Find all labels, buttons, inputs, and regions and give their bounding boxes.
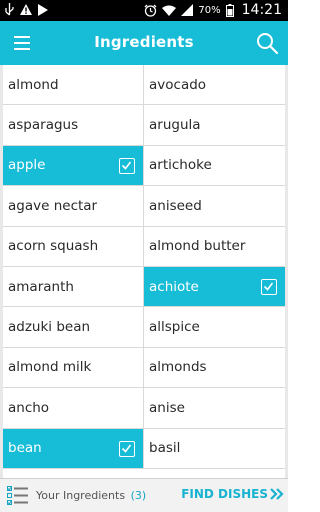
bottom-bar: Your Ingredients (3) FIND DISHES — [0, 478, 288, 512]
ingredient-row: ancho anise — [3, 388, 285, 429]
ingredient-cell[interactable]: basil — [144, 429, 285, 468]
ingredient-row: agave nectar aniseed — [3, 186, 285, 227]
ingredient-cell[interactable]: amaranth — [3, 266, 144, 307]
ingredient-label: bean — [8, 440, 42, 457]
warning-icon — [20, 4, 32, 15]
find-dishes-label: FIND DISHES — [181, 487, 268, 501]
ingredient-row: acorn squash almond butter — [3, 226, 285, 267]
ingredient-cell[interactable]: avocado — [144, 65, 285, 104]
ingredient-label: arugula — [149, 117, 201, 134]
ingredient-label: achiote — [149, 278, 199, 295]
double-chevron-right-icon — [270, 488, 284, 500]
alarm-clock-icon — [144, 4, 157, 17]
battery-icon — [225, 3, 234, 17]
wifi-icon — [162, 5, 177, 16]
ingredient-label: aniseed — [149, 197, 202, 214]
ingredient-grid: almond avocado asparagus arugula apple artich… — [3, 65, 285, 469]
ingredient-cell[interactable]: asparagus — [3, 105, 144, 145]
ingredient-cell[interactable]: acorn squash — [3, 226, 144, 266]
ingredient-label: amaranth — [8, 278, 74, 295]
ingredient-label: anise — [149, 399, 185, 416]
ingredient-row: asparagus arugula — [3, 105, 285, 146]
ingredient-label: allspice — [149, 319, 200, 336]
ingredient-cell[interactable]: aniseed — [144, 186, 285, 225]
ingredient-label: ancho — [8, 399, 50, 416]
ingredient-label: acorn squash — [8, 238, 99, 255]
ingredient-label: artichoke — [149, 157, 212, 174]
ingredient-row: almond avocado — [3, 65, 285, 106]
ingredient-row: bean basil — [3, 428, 285, 469]
ingredient-cell[interactable]: almond milk — [3, 347, 144, 388]
ingredient-label: adzuki bean — [8, 319, 91, 336]
ingredient-cell[interactable]: agave nectar — [3, 186, 144, 226]
ingredient-row: almond milk almonds — [3, 347, 285, 389]
ingredient-cell[interactable]: bean — [3, 428, 144, 468]
ingredient-cell[interactable]: allspice — [144, 307, 285, 346]
ingredient-cell[interactable]: artichoke — [144, 146, 285, 185]
ingredient-label: basil — [149, 440, 181, 457]
ingredient-cell[interactable]: anise — [144, 388, 285, 427]
ingredient-row: adzuki bean allspice — [3, 307, 285, 348]
ingredient-cell[interactable]: adzuki bean — [3, 307, 144, 347]
notification-icons — [5, 3, 48, 16]
selected-count: (3) — [130, 489, 147, 502]
signal-icon — [181, 4, 194, 16]
app-bar: Ingredients — [0, 21, 288, 65]
checkbox-checked-icon[interactable] — [119, 157, 135, 174]
your-ingredients-label: Your Ingredients — [36, 489, 126, 502]
system-icons: 70% 14:21 — [144, 2, 282, 18]
ingredient-label: almonds — [149, 359, 207, 376]
ingredient-cell[interactable]: almond — [3, 65, 144, 105]
your-ingredients-button[interactable]: Your Ingredients (3) — [36, 489, 146, 502]
checklist-icon[interactable] — [7, 486, 29, 506]
ingredient-label: almond milk — [8, 359, 92, 376]
ingredient-label: apple — [8, 157, 46, 174]
ingredient-row: apple artichoke — [3, 145, 285, 187]
ingredient-cell[interactable]: almonds — [144, 348, 285, 387]
ingredient-label: avocado — [149, 76, 207, 93]
battery-percentage: 70% — [198, 4, 221, 16]
usb-icon — [5, 3, 14, 16]
checkbox-checked-icon[interactable] — [261, 278, 277, 295]
page-title: Ingredients — [94, 33, 194, 51]
ingredient-cell[interactable]: almond butter — [144, 227, 285, 266]
grid-right-edge — [285, 65, 288, 478]
ingredient-label: almond butter — [149, 238, 246, 255]
ingredient-cell[interactable]: achiote — [144, 266, 285, 307]
ingredient-cell[interactable]: arugula — [144, 105, 285, 144]
ingredient-cell[interactable]: ancho — [3, 388, 144, 428]
clock: 14:21 — [241, 2, 282, 18]
search-icon[interactable] — [254, 30, 280, 56]
ingredient-label: agave nectar — [8, 197, 98, 214]
ingredient-cell[interactable]: apple — [3, 145, 144, 186]
status-bar: 70% 14:21 — [0, 0, 288, 21]
ingredient-label: almond — [8, 76, 59, 93]
find-dishes-button[interactable]: FIND DISHES — [181, 487, 284, 501]
ingredient-row: amaranth achiote — [3, 266, 285, 308]
ingredient-label: asparagus — [8, 117, 79, 134]
play-store-icon — [38, 3, 48, 16]
checkbox-checked-icon[interactable] — [119, 440, 135, 457]
